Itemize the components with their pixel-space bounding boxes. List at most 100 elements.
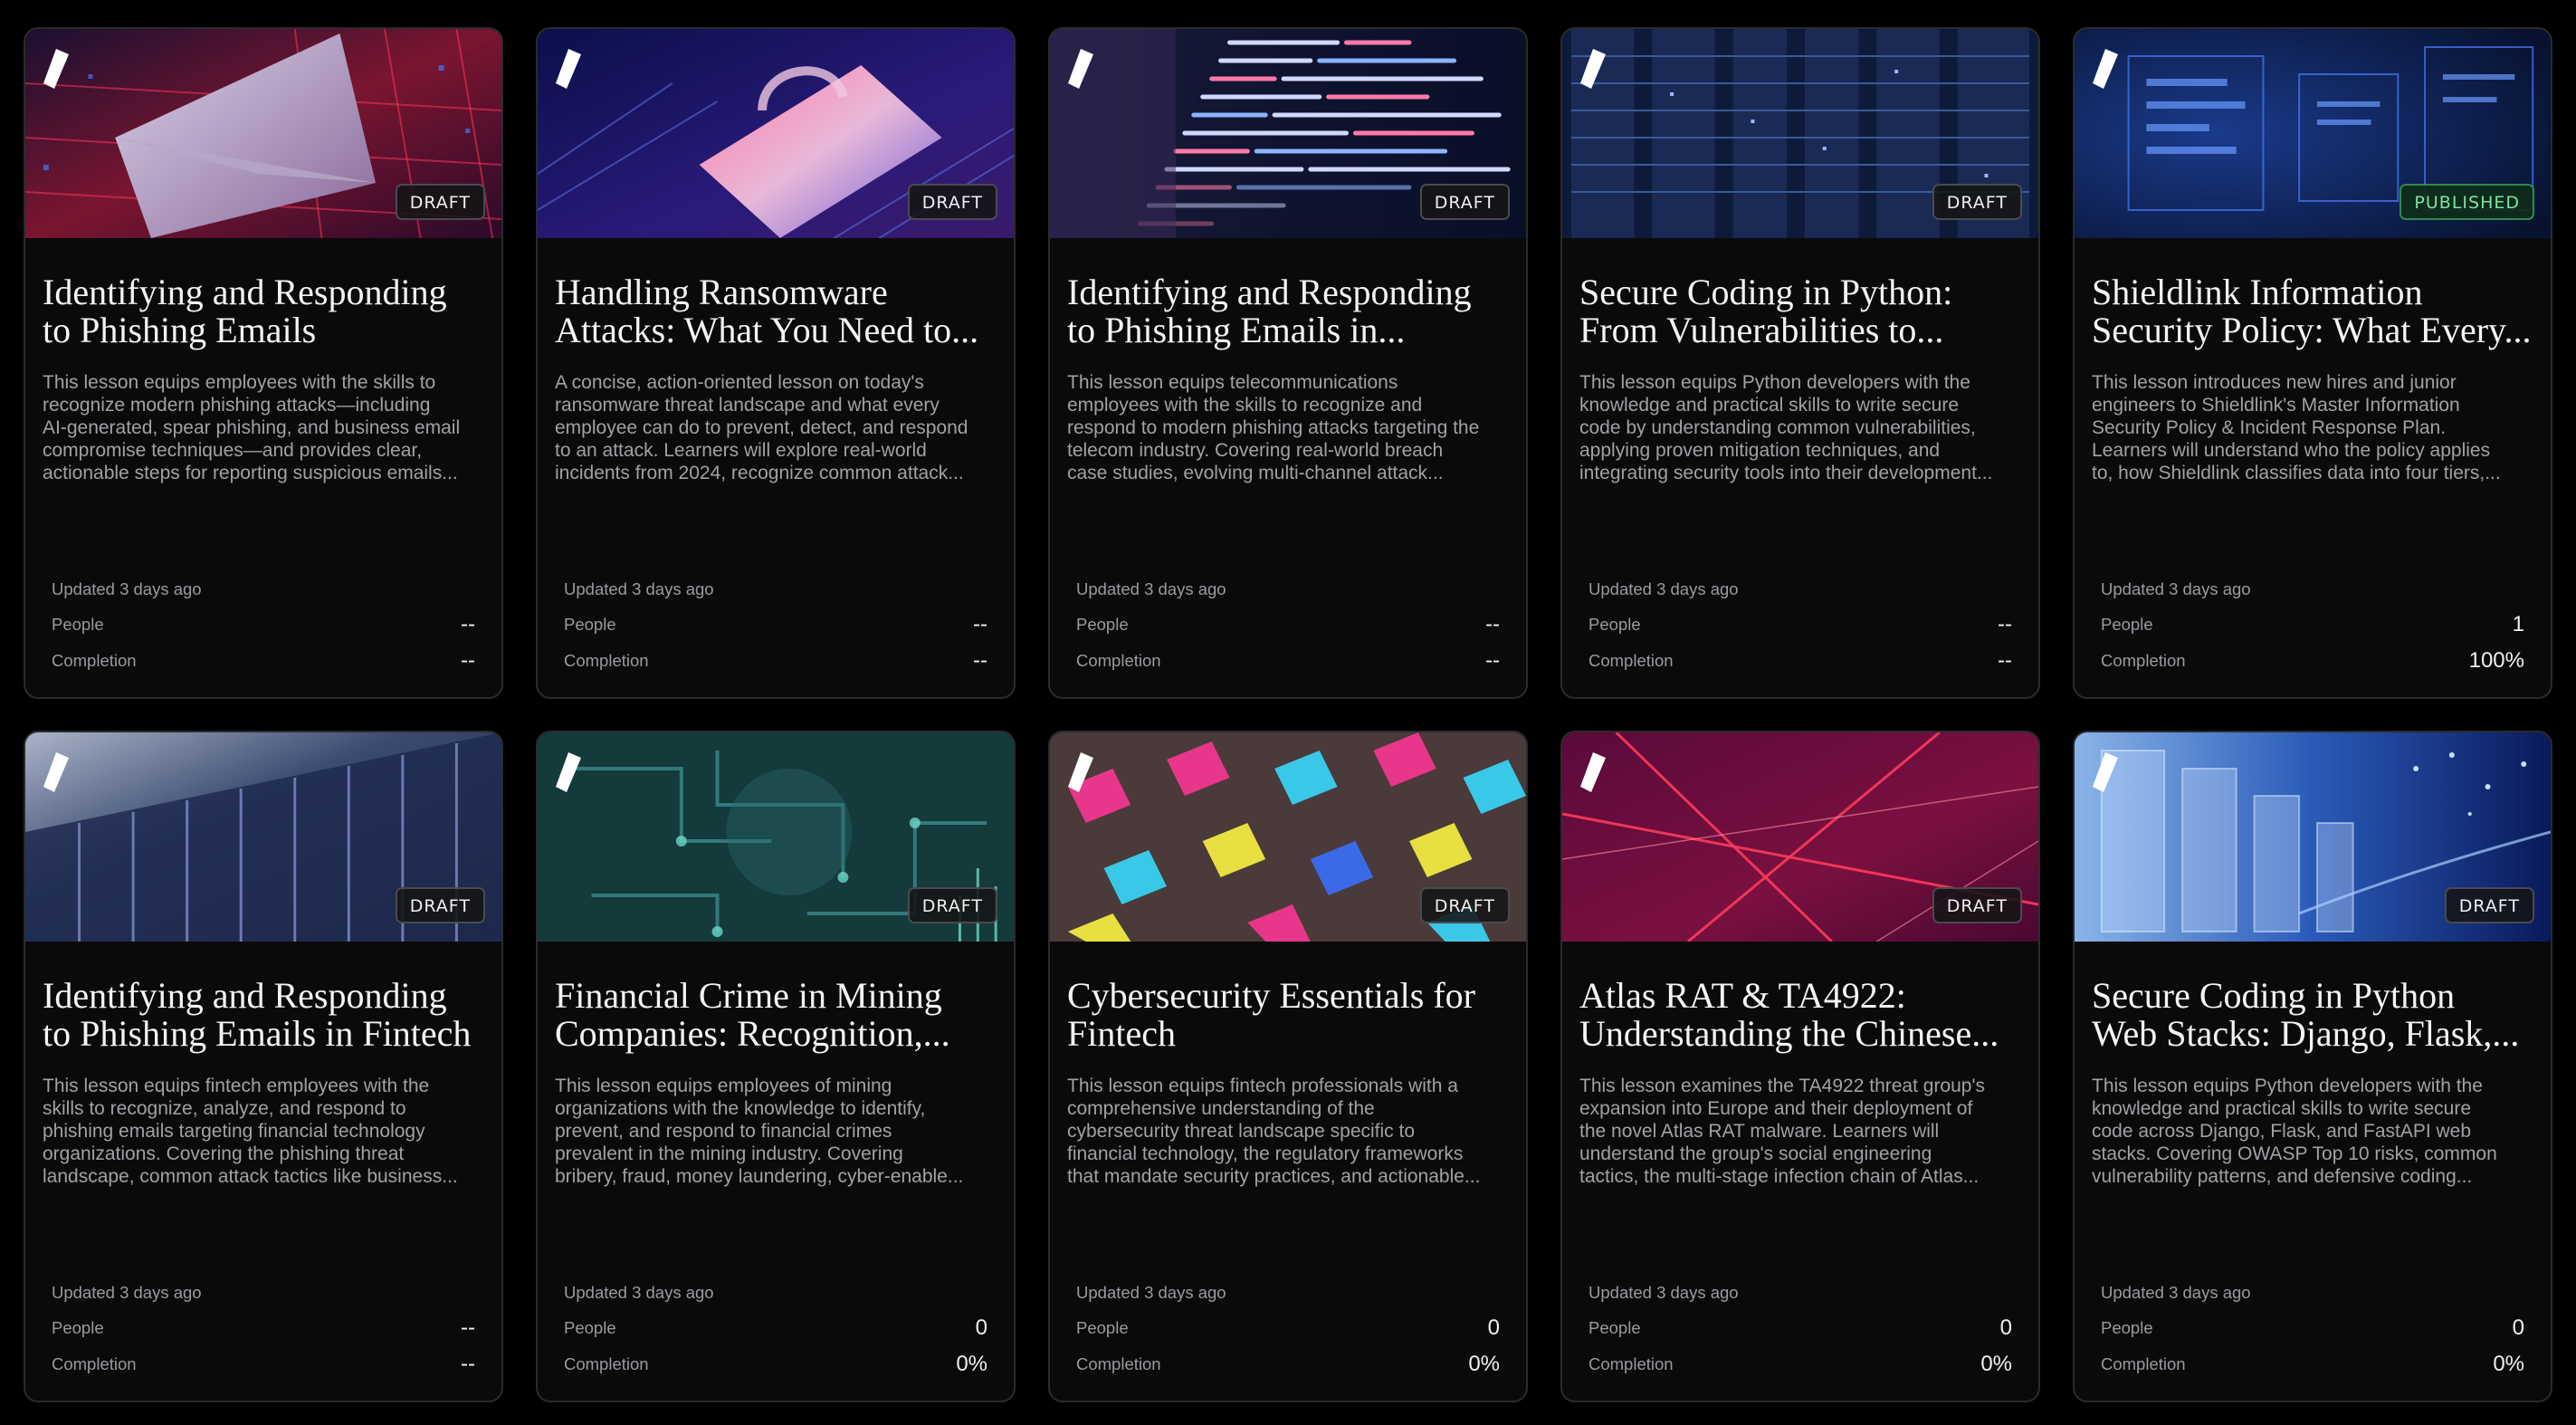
brand-logo-icon: [2093, 752, 2118, 792]
updated-timestamp: Updated 3 days ago: [564, 579, 714, 598]
status-badge: DRAFT: [907, 184, 997, 220]
updated-timestamp: Updated 3 days ago: [1589, 579, 1739, 598]
lesson-description: This lesson equips fintech employees wit…: [43, 1076, 458, 1187]
completion-row: Completion --: [52, 643, 475, 679]
updated-timestamp: Updated 3 days ago: [1076, 1283, 1226, 1302]
status-badge: DRAFT: [907, 887, 997, 923]
status-badge: PUBLISHED: [2399, 184, 2534, 220]
lesson-meta: Updated 3 days ago People 0 Completion 0…: [1589, 1283, 2012, 1382]
people-label: People: [1589, 1318, 1641, 1337]
lesson-card[interactable]: PUBLISHED Shieldlink Information Securit…: [2073, 27, 2552, 699]
lesson-meta: Updated 3 days ago People -- Completion …: [52, 579, 475, 679]
lesson-card[interactable]: DRAFT Secure Coding in Python Web Stacks…: [2073, 731, 2552, 1402]
completion-value: 0%: [1980, 1352, 2012, 1376]
lesson-thumbnail: DRAFT: [1562, 732, 2038, 942]
completion-row: Completion --: [52, 1346, 475, 1382]
people-label: People: [52, 615, 104, 634]
people-value: 0: [1999, 1315, 2012, 1340]
lesson-title: Cybersecurity Essentials for Fintech: [1067, 975, 1475, 1054]
lesson-meta: Updated 3 days ago People 0 Completion 0…: [564, 1283, 987, 1382]
lesson-title: Secure Coding in Python Web Stacks: Djan…: [2092, 975, 2520, 1054]
status-badge: DRAFT: [1419, 184, 1510, 220]
people-row: People --: [1589, 607, 2012, 643]
people-row: People --: [52, 1310, 475, 1346]
people-row: People --: [52, 607, 475, 643]
people-value: --: [461, 1315, 475, 1340]
people-row: People --: [564, 607, 987, 643]
completion-value: --: [461, 648, 475, 673]
lesson-meta: Updated 3 days ago People -- Completion …: [1076, 579, 1500, 679]
lesson-meta: Updated 3 days ago People -- Completion …: [52, 1283, 475, 1382]
brand-logo-icon: [1068, 752, 1093, 792]
lesson-card[interactable]: DRAFT Atlas RAT & TA4922: Understanding …: [1560, 731, 2040, 1402]
people-label: People: [1589, 615, 1641, 634]
lesson-title: Secure Coding in Python: From Vulnerabil…: [1579, 272, 1953, 350]
completion-label: Completion: [52, 1354, 137, 1373]
completion-label: Completion: [52, 651, 137, 670]
completion-label: Completion: [564, 1354, 649, 1373]
completion-label: Completion: [1589, 651, 1674, 670]
people-label: People: [564, 1318, 616, 1337]
lesson-description: This lesson equips employees of mining o…: [555, 1076, 964, 1187]
lesson-thumbnail: PUBLISHED: [2075, 29, 2551, 238]
people-label: People: [52, 1318, 104, 1337]
completion-value: 0%: [1468, 1352, 1500, 1376]
people-value: --: [1998, 612, 2012, 636]
people-label: People: [2101, 615, 2153, 634]
completion-row: Completion --: [1589, 643, 2012, 679]
lesson-title: Handling Ransomware Attacks: What You Ne…: [555, 272, 979, 350]
people-row: People 0: [2101, 1310, 2524, 1346]
status-badge: DRAFT: [2444, 887, 2534, 923]
lesson-title: Financial Crime in Mining Companies: Rec…: [555, 975, 950, 1054]
brand-logo-icon: [556, 49, 581, 89]
completion-value: 100%: [2468, 648, 2524, 673]
lesson-card[interactable]: DRAFT Financial Crime in Mining Companie…: [536, 731, 1016, 1402]
completion-label: Completion: [2101, 651, 2186, 670]
lesson-description: A concise, action-oriented lesson on tod…: [555, 372, 968, 483]
lesson-thumbnail: DRAFT: [538, 732, 1014, 942]
lesson-card[interactable]: DRAFT Cybersecurity Essentials for Finte…: [1048, 731, 1528, 1402]
people-value: --: [461, 612, 475, 636]
lesson-meta: Updated 3 days ago People 0 Completion 0…: [2101, 1283, 2524, 1382]
updated-timestamp: Updated 3 days ago: [2101, 1283, 2251, 1302]
lesson-description: This lesson equips fintech professionals…: [1067, 1076, 1481, 1187]
people-value: 1: [2512, 612, 2524, 636]
lesson-title: Identifying and Responding to Phishing E…: [43, 975, 472, 1054]
people-value: 0: [975, 1315, 987, 1340]
people-value: --: [1485, 612, 1500, 636]
status-badge: DRAFT: [1419, 887, 1510, 923]
brand-logo-icon: [1068, 49, 1093, 89]
completion-label: Completion: [1076, 1354, 1161, 1373]
updated-timestamp: Updated 3 days ago: [1589, 1283, 1739, 1302]
lesson-description: This lesson equips Python developers wit…: [1579, 372, 1993, 483]
people-row: People 0: [564, 1310, 987, 1346]
lesson-card[interactable]: DRAFT Identifying and Responding to Phis…: [24, 27, 503, 699]
completion-row: Completion --: [564, 643, 987, 679]
lesson-card[interactable]: DRAFT Handling Ransomware Attacks: What …: [536, 27, 1016, 699]
completion-value: 0%: [2493, 1352, 2524, 1376]
lesson-meta: Updated 3 days ago People 1 Completion 1…: [2101, 579, 2524, 679]
lesson-description: This lesson examines the TA4922 threat g…: [1579, 1076, 1985, 1187]
lesson-description: This lesson equips telecommunications em…: [1067, 372, 1480, 483]
completion-row: Completion 0%: [1589, 1346, 2012, 1382]
completion-row: Completion 100%: [2101, 643, 2524, 679]
people-value: --: [973, 612, 987, 636]
completion-row: Completion 0%: [1076, 1346, 1500, 1382]
brand-logo-icon: [1580, 752, 1606, 792]
lesson-card[interactable]: DRAFT Identifying and Responding to Phis…: [24, 731, 503, 1402]
people-label: People: [564, 615, 616, 634]
brand-logo-icon: [556, 752, 581, 792]
lesson-grid: DRAFT Identifying and Responding to Phis…: [24, 27, 2552, 1402]
lesson-thumbnail: DRAFT: [1050, 29, 1526, 238]
updated-timestamp: Updated 3 days ago: [52, 579, 202, 598]
completion-label: Completion: [1076, 651, 1161, 670]
completion-value: --: [1485, 648, 1500, 673]
lesson-card[interactable]: DRAFT Identifying and Responding to Phis…: [1048, 27, 1528, 699]
lesson-meta: Updated 3 days ago People -- Completion …: [1589, 579, 2012, 679]
updated-timestamp: Updated 3 days ago: [1076, 579, 1226, 598]
completion-value: 0%: [956, 1352, 987, 1376]
completion-value: --: [973, 648, 987, 673]
lesson-card[interactable]: DRAFT Secure Coding in Python: From Vuln…: [1560, 27, 2040, 699]
completion-value: --: [461, 1352, 475, 1376]
lesson-description: This lesson equips employees with the sk…: [43, 372, 461, 483]
